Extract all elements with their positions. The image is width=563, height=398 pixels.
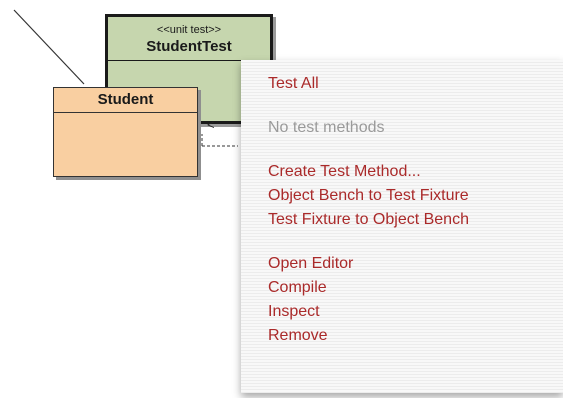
unit-test-stereotype: <<unit test>> — [156, 24, 222, 36]
menu-item-remove[interactable]: Remove — [241, 324, 563, 348]
dependency-label: < — [207, 117, 215, 132]
menu-item-inspect[interactable]: Inspect — [241, 300, 563, 324]
menu-item-compile[interactable]: Compile — [241, 276, 563, 300]
menu-item-test-fixture-to-object-bench[interactable]: Test Fixture to Object Bench — [241, 208, 563, 232]
unit-test-class-name: StudentTest — [108, 37, 270, 61]
student-class-name: Student — [54, 88, 197, 113]
menu-separator — [241, 96, 563, 116]
class-diagram-canvas[interactable]: <<unit test>> StudentTest < Student Test… — [0, 0, 563, 398]
student-class-box[interactable]: Student — [53, 87, 198, 177]
dependency-arrow — [201, 134, 238, 147]
menu-item-no-test-methods: No test methods — [268, 119, 385, 136]
menu-separator — [241, 232, 563, 252]
menu-item-create-test-method[interactable]: Create Test Method... — [241, 160, 563, 184]
menu-separator — [241, 140, 563, 160]
menu-item-test-all[interactable]: Test All — [241, 72, 563, 96]
class-context-menu: Test All No test methods Create Test Met… — [241, 60, 563, 393]
menu-item-open-editor[interactable]: Open Editor — [241, 252, 563, 276]
menu-item-object-bench-to-test-fixture[interactable]: Object Bench to Test Fixture — [241, 184, 563, 208]
